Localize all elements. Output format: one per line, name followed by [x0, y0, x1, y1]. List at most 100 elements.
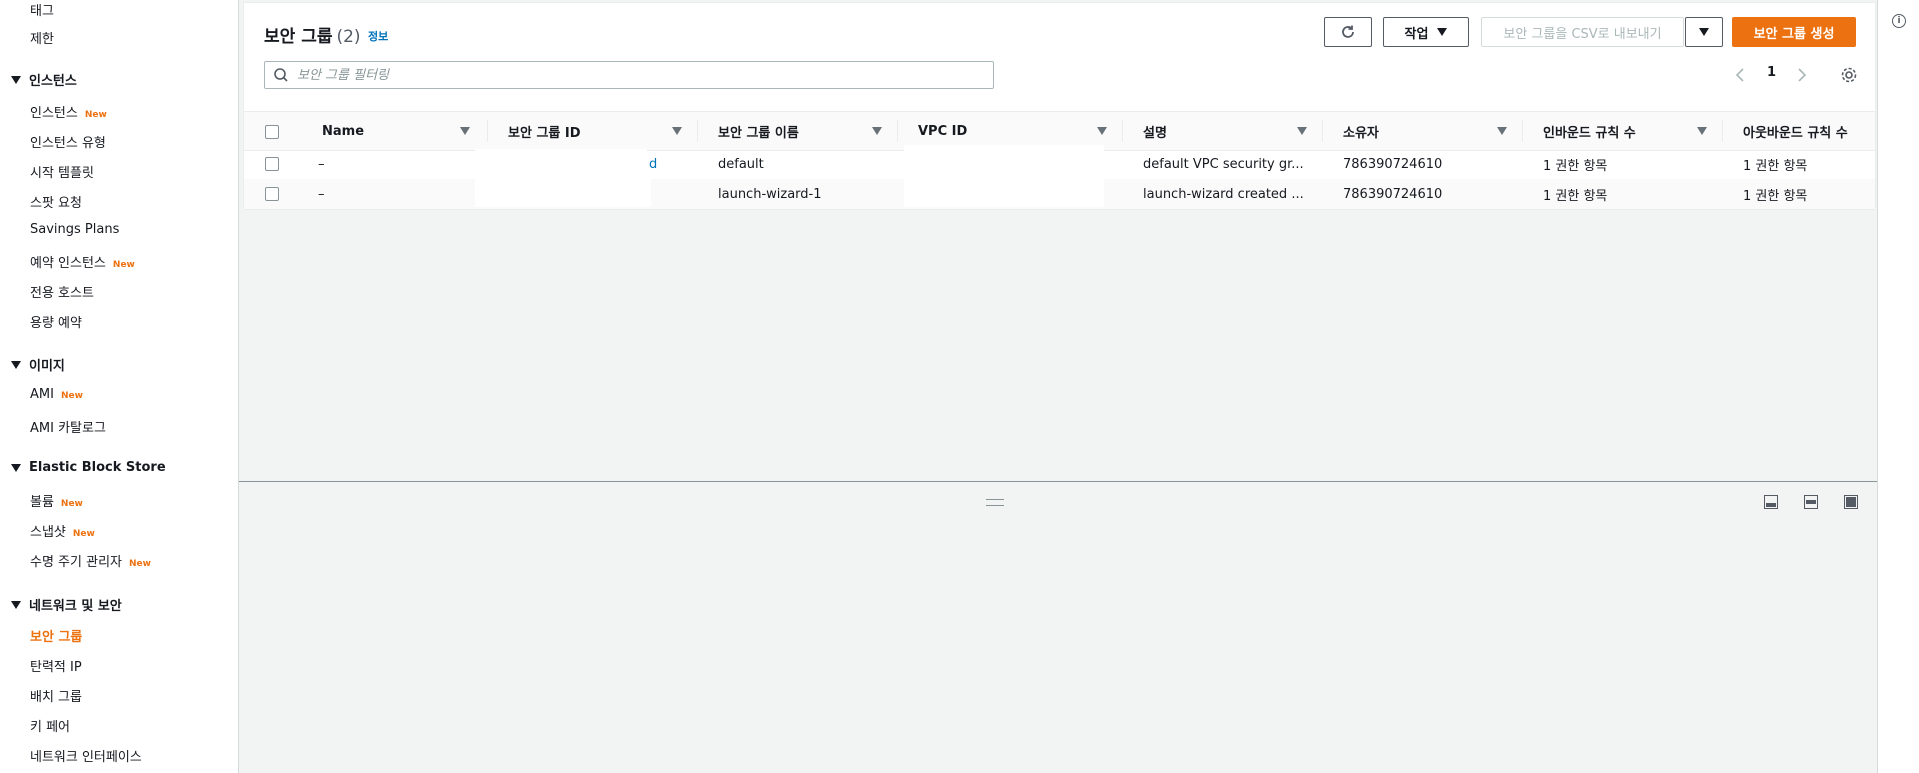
column-label: 보안 그룹 이름 [718, 125, 799, 141]
sidebar: 태그 제한 인스턴스 인스턴스 New 인스턴스 유형 시작 템플릿 스팟 요청 … [0, 0, 239, 773]
export-dropdown-button[interactable] [1685, 17, 1723, 47]
column-header-outbound-rules[interactable]: 아웃바운드 규칙 수 [1723, 112, 1875, 150]
cell-owner: 786390724610 [1343, 156, 1443, 172]
sidebar-item-network-interfaces[interactable]: 네트워크 인터페이스 [30, 746, 142, 765]
caret-down-icon [11, 463, 21, 472]
sidebar-item-capacity-reservations[interactable]: 용량 예약 [30, 312, 82, 331]
cell-description: default VPC security gr... [1143, 156, 1304, 172]
sidebar-section-network-security[interactable]: 네트워크 및 보안 [11, 595, 122, 614]
cell-description: launch-wizard created ... [1143, 186, 1304, 202]
sidebar-item-label: 볼륨 [30, 495, 54, 510]
caret-down-icon [1437, 28, 1448, 36]
actions-label: 작업 [1404, 26, 1429, 42]
sidebar-item-label: AMI [30, 387, 54, 402]
caret-down-icon [11, 600, 21, 609]
help-rail: i [1877, 0, 1919, 773]
sidebar-item-volumes[interactable]: 볼륨 New [30, 491, 83, 510]
sort-icon [1297, 127, 1307, 135]
section-title: 이미지 [29, 359, 65, 374]
column-label: 아웃바운드 규칙 수 [1743, 125, 1848, 141]
cell-inbound-rules: 1 권한 항목 [1543, 158, 1608, 174]
layout-split-icon[interactable] [1804, 495, 1818, 509]
info-icon[interactable]: i [1892, 14, 1906, 28]
new-badge: New [129, 559, 151, 569]
column-header-name[interactable]: Name [298, 112, 488, 150]
sidebar-item-lifecycle-manager[interactable]: 수명 주기 관리자 New [30, 551, 151, 570]
layout-full-icon[interactable] [1844, 495, 1858, 509]
column-label: 설명 [1143, 125, 1167, 141]
caret-down-icon [11, 75, 21, 84]
select-all-checkbox[interactable] [265, 125, 279, 139]
column-header-inbound-rules[interactable]: 인바운드 규칙 수 [1523, 112, 1723, 150]
refresh-button[interactable] [1324, 17, 1372, 47]
actions-dropdown-button[interactable]: 작업 [1383, 17, 1469, 47]
sidebar-item-savings-plans[interactable]: Savings Plans [30, 222, 119, 237]
new-badge: New [84, 110, 107, 120]
cell-outbound-rules: 1 권한 항목 [1743, 158, 1808, 174]
column-label: 보안 그룹 ID [508, 125, 581, 141]
next-page-icon[interactable] [1797, 67, 1807, 87]
sidebar-item-instance-types[interactable]: 인스턴스 유형 [30, 132, 106, 151]
new-badge: New [112, 260, 135, 270]
column-label: VPC ID [918, 123, 968, 139]
new-badge: New [72, 529, 95, 539]
cell-group-id-link[interactable]: d [649, 149, 657, 179]
export-csv-button[interactable]: 보안 그룹을 CSV로 내보내기 [1481, 17, 1684, 47]
sidebar-item-instances[interactable]: 인스턴스 New [30, 102, 107, 121]
sidebar-section-images[interactable]: 이미지 [11, 355, 65, 374]
sidebar-item-limits[interactable]: 제한 [30, 28, 54, 47]
redacted-block [904, 145, 1104, 207]
search-input[interactable] [295, 66, 993, 84]
column-label: 소유자 [1343, 125, 1379, 141]
column-header-description[interactable]: 설명 [1123, 112, 1323, 150]
cell-inbound-rules: 1 권한 항목 [1543, 188, 1608, 204]
current-page[interactable]: 1 [1767, 65, 1776, 80]
sidebar-item-launch-templates[interactable]: 시작 템플릿 [30, 162, 94, 181]
security-groups-panel: 보안 그룹 (2) 정보 작업 보안 그룹을 CSV로 내보내기 보안 그룹 생성… [243, 2, 1876, 210]
layout-bottom-icon[interactable] [1764, 495, 1778, 509]
column-header-group-name[interactable]: 보안 그룹 이름 [698, 112, 898, 150]
sidebar-item-snapshots[interactable]: 스냅샷 New [30, 521, 95, 540]
sidebar-item-spot-requests[interactable]: 스팟 요청 [30, 192, 82, 211]
sidebar-item-dedicated-hosts[interactable]: 전용 호스트 [30, 282, 94, 301]
details-panel [239, 482, 1877, 773]
column-label: Name [322, 123, 365, 139]
sidebar-item-reserved-instances[interactable]: 예약 인스턴스 New [30, 252, 135, 271]
prev-page-icon[interactable] [1735, 67, 1745, 87]
redacted-block [475, 179, 651, 207]
row-checkbox[interactable] [265, 187, 279, 201]
sort-icon [672, 127, 682, 135]
row-checkbox[interactable] [265, 157, 279, 171]
sidebar-item-label: 수명 주기 관리자 [30, 555, 122, 570]
new-badge: New [60, 391, 83, 401]
column-header-owner[interactable]: 소유자 [1323, 112, 1523, 150]
sidebar-item-elastic-ips[interactable]: 탄력적 IP [30, 656, 82, 675]
sidebar-item-ami-catalog[interactable]: AMI 카탈로그 [30, 417, 106, 436]
sidebar-item-security-groups[interactable]: 보안 그룹 [30, 626, 82, 645]
drag-handle-icon[interactable] [986, 499, 1004, 506]
sort-icon [1097, 127, 1107, 135]
sidebar-item-placement-groups[interactable]: 배치 그룹 [30, 686, 82, 705]
main-content: 보안 그룹 (2) 정보 작업 보안 그룹을 CSV로 내보내기 보안 그룹 생성… [239, 0, 1877, 773]
redacted-block [475, 149, 647, 175]
sidebar-item-label: 예약 인스턴스 [30, 256, 106, 271]
sidebar-item-label: 스냅샷 [30, 525, 66, 540]
section-title: 인스턴스 [29, 74, 77, 89]
item-count: (2) [336, 27, 361, 47]
info-link[interactable]: 정보 [368, 28, 388, 44]
column-header-group-id[interactable]: 보안 그룹 ID [488, 112, 698, 150]
sidebar-item-tags[interactable]: 태그 [30, 0, 54, 19]
sort-icon [460, 127, 470, 135]
caret-down-icon [1699, 28, 1709, 36]
cell-group-name: default [718, 156, 764, 172]
new-badge: New [60, 499, 83, 509]
cell-outbound-rules: 1 권한 항목 [1743, 188, 1808, 204]
sidebar-section-ebs[interactable]: Elastic Block Store [11, 460, 166, 475]
sidebar-item-ami[interactable]: AMI New [30, 387, 83, 402]
cell-owner: 786390724610 [1343, 186, 1443, 202]
sidebar-section-instances[interactable]: 인스턴스 [11, 70, 77, 89]
create-security-group-button[interactable]: 보안 그룹 생성 [1732, 17, 1856, 47]
sidebar-item-key-pairs[interactable]: 키 페어 [30, 716, 70, 735]
settings-gear-icon[interactable] [1840, 66, 1858, 88]
sort-icon [872, 127, 882, 135]
